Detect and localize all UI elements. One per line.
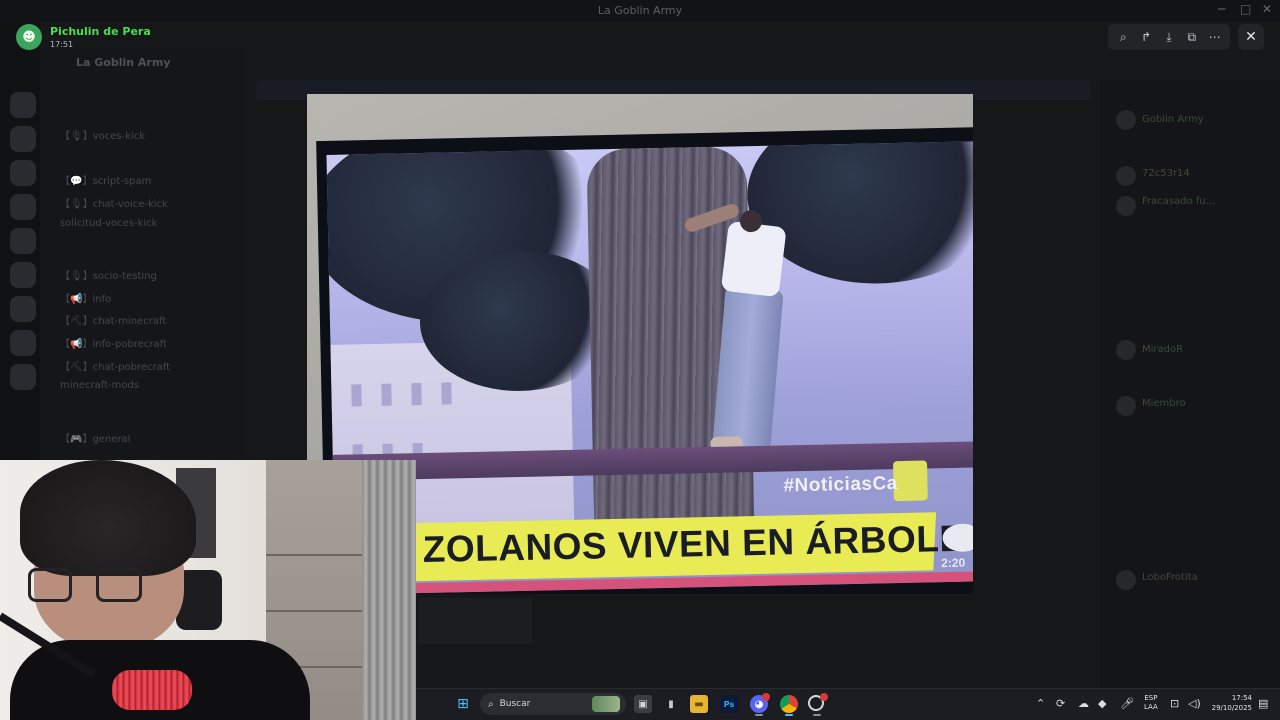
member-avatar[interactable] bbox=[1116, 196, 1136, 216]
cabinet-line bbox=[266, 610, 362, 612]
forward-icon[interactable]: ↱ bbox=[1135, 26, 1157, 48]
volume-icon[interactable]: ◁) bbox=[1188, 697, 1201, 710]
broadcast-clock: 2:20 bbox=[941, 555, 966, 571]
channel-item[interactable]: 【⛏】chat-minecraft bbox=[60, 312, 166, 327]
server-icon[interactable] bbox=[10, 126, 36, 152]
person-legs bbox=[712, 286, 784, 451]
webcam-curtain bbox=[362, 460, 416, 720]
notification-badge bbox=[762, 693, 770, 701]
channel-item[interactable]: 【🎙】voces-kick bbox=[60, 127, 145, 142]
server-icon[interactable] bbox=[10, 228, 36, 254]
close-viewer-button[interactable]: ✕ bbox=[1238, 24, 1264, 50]
app-title: La Goblin Army bbox=[597, 4, 683, 17]
chrome-icon[interactable] bbox=[780, 695, 798, 713]
member-avatar[interactable] bbox=[1116, 340, 1136, 360]
glasses-left bbox=[28, 568, 72, 602]
user-avatar[interactable]: ☻ bbox=[16, 24, 42, 50]
server-icon[interactable] bbox=[10, 160, 36, 186]
channel-item[interactable]: 【⛏】chat-pobrecraft bbox=[60, 358, 170, 373]
message-attachment-thumbnail[interactable] bbox=[418, 598, 532, 644]
search-icon: ⌕ bbox=[488, 698, 494, 710]
microphone-tray-icon[interactable]: 🎤︎ bbox=[1120, 697, 1134, 710]
viewer-author-info: Pichulin de Pera 17:51 bbox=[50, 25, 151, 49]
open-external-icon[interactable]: ⧉ bbox=[1181, 26, 1203, 48]
maximize-icon[interactable]: □ bbox=[1240, 2, 1251, 16]
glasses-right bbox=[96, 568, 142, 602]
file-explorer-icon[interactable]: ▬ bbox=[690, 695, 708, 713]
user-name[interactable]: Pichulin de Pera bbox=[50, 25, 151, 38]
member-avatar[interactable] bbox=[1116, 110, 1136, 130]
server-icon[interactable] bbox=[10, 262, 36, 288]
clock-date: 29/10/2025 bbox=[1211, 704, 1252, 712]
microphone bbox=[112, 670, 192, 710]
app-icon[interactable]: ▮ bbox=[662, 695, 680, 713]
tv-screen: #NoticiasCa ZOLANOS VIVEN EN ÁRBOLES 2:2… bbox=[326, 141, 973, 594]
channel-item[interactable]: 【📢】info bbox=[60, 290, 111, 305]
viewer-author[interactable]: ☻ Pichulin de Pera 17:51 bbox=[16, 24, 151, 50]
server-icon[interactable] bbox=[10, 92, 36, 118]
member-item[interactable]: Goblin Army bbox=[1142, 114, 1204, 125]
sync-icon[interactable]: ⟳ bbox=[1056, 697, 1065, 710]
system-clock[interactable]: 17:54 29/10/2025 bbox=[1208, 693, 1252, 713]
member-item[interactable]: Fracasado fu... bbox=[1142, 196, 1215, 207]
running-indicator bbox=[813, 714, 821, 716]
server-icon[interactable] bbox=[10, 364, 36, 390]
running-indicator bbox=[755, 714, 763, 716]
member-item[interactable]: Miembro bbox=[1142, 398, 1186, 409]
channel-item[interactable]: 【🎙】socio-testing bbox=[60, 267, 157, 282]
server-icon[interactable] bbox=[10, 194, 36, 220]
channel-item[interactable]: 【📢】info-pobrecraft bbox=[60, 335, 167, 350]
server-icon[interactable] bbox=[10, 296, 36, 322]
photoshop-icon[interactable]: Ps bbox=[720, 695, 738, 713]
viewer-toolbar: ⌕ ↱ ⤓ ⧉ ⋯ bbox=[1108, 24, 1230, 50]
layout-code: LAA bbox=[1144, 703, 1158, 711]
network-icon[interactable]: ⊡ bbox=[1170, 697, 1179, 710]
post-time: 17:51 bbox=[50, 40, 74, 49]
notifications-icon[interactable]: ▤ bbox=[1258, 697, 1268, 710]
hashtag-badge bbox=[893, 460, 928, 502]
channel-item[interactable]: 【🎙】chat-voice-kick bbox=[60, 195, 168, 210]
member-item[interactable]: 72c53r14 bbox=[1142, 168, 1190, 179]
server-icon[interactable] bbox=[10, 330, 36, 356]
news-hashtag: #NoticiasCa bbox=[783, 473, 898, 497]
member-item[interactable]: MiradoR bbox=[1142, 344, 1183, 355]
search-label: Buscar bbox=[499, 699, 531, 709]
building-window bbox=[411, 383, 422, 406]
cabinet-line bbox=[266, 554, 362, 556]
minimize-icon[interactable]: ─ bbox=[1218, 2, 1225, 16]
person-shirt bbox=[720, 220, 787, 298]
search-highlight-image bbox=[592, 696, 620, 712]
member-avatar[interactable] bbox=[1116, 396, 1136, 416]
building-window bbox=[351, 384, 362, 407]
task-view-icon[interactable]: ▣ bbox=[634, 695, 652, 713]
webcam-overlay bbox=[0, 460, 416, 720]
channel-item[interactable]: solicitud-voces-kick bbox=[60, 218, 157, 229]
notification-badge bbox=[820, 693, 828, 701]
clock-time: 17:54 bbox=[1231, 694, 1252, 702]
windows-start-icon[interactable]: ⊞ bbox=[454, 695, 472, 713]
member-avatar[interactable] bbox=[1116, 570, 1136, 590]
language-code: ESP bbox=[1144, 694, 1158, 702]
channel-item[interactable]: 【💬】script-spam bbox=[60, 172, 151, 187]
server-name[interactable]: La Goblin Army bbox=[76, 56, 171, 69]
taskbar-search[interactable]: ⌕ Buscar bbox=[480, 693, 626, 715]
building-window bbox=[441, 382, 452, 405]
running-indicator bbox=[785, 714, 793, 716]
input-language[interactable]: ESP LAA bbox=[1144, 694, 1158, 712]
cloud-icon[interactable]: ☁ bbox=[1078, 697, 1089, 710]
channel-item[interactable]: minecraft-mods bbox=[60, 380, 139, 391]
channel-item[interactable]: 【🎮】general bbox=[60, 430, 130, 445]
building-window bbox=[381, 383, 392, 406]
member-item[interactable]: LoboFrotita bbox=[1142, 572, 1198, 583]
download-icon[interactable]: ⤓ bbox=[1158, 26, 1180, 48]
more-icon[interactable]: ⋯ bbox=[1204, 26, 1226, 48]
screen: La Goblin Army ─ □ ✕ La Goblin Army 【🎙】v… bbox=[0, 0, 1280, 720]
tray-overflow-icon[interactable]: ⌃ bbox=[1036, 697, 1045, 710]
member-avatar[interactable] bbox=[1116, 166, 1136, 186]
security-icon[interactable]: ◆ bbox=[1098, 697, 1106, 710]
zoom-icon[interactable]: ⌕ bbox=[1112, 26, 1134, 48]
window-close-icon[interactable]: ✕ bbox=[1262, 2, 1272, 16]
app-titlebar: La Goblin Army ─ □ ✕ bbox=[0, 0, 1280, 22]
